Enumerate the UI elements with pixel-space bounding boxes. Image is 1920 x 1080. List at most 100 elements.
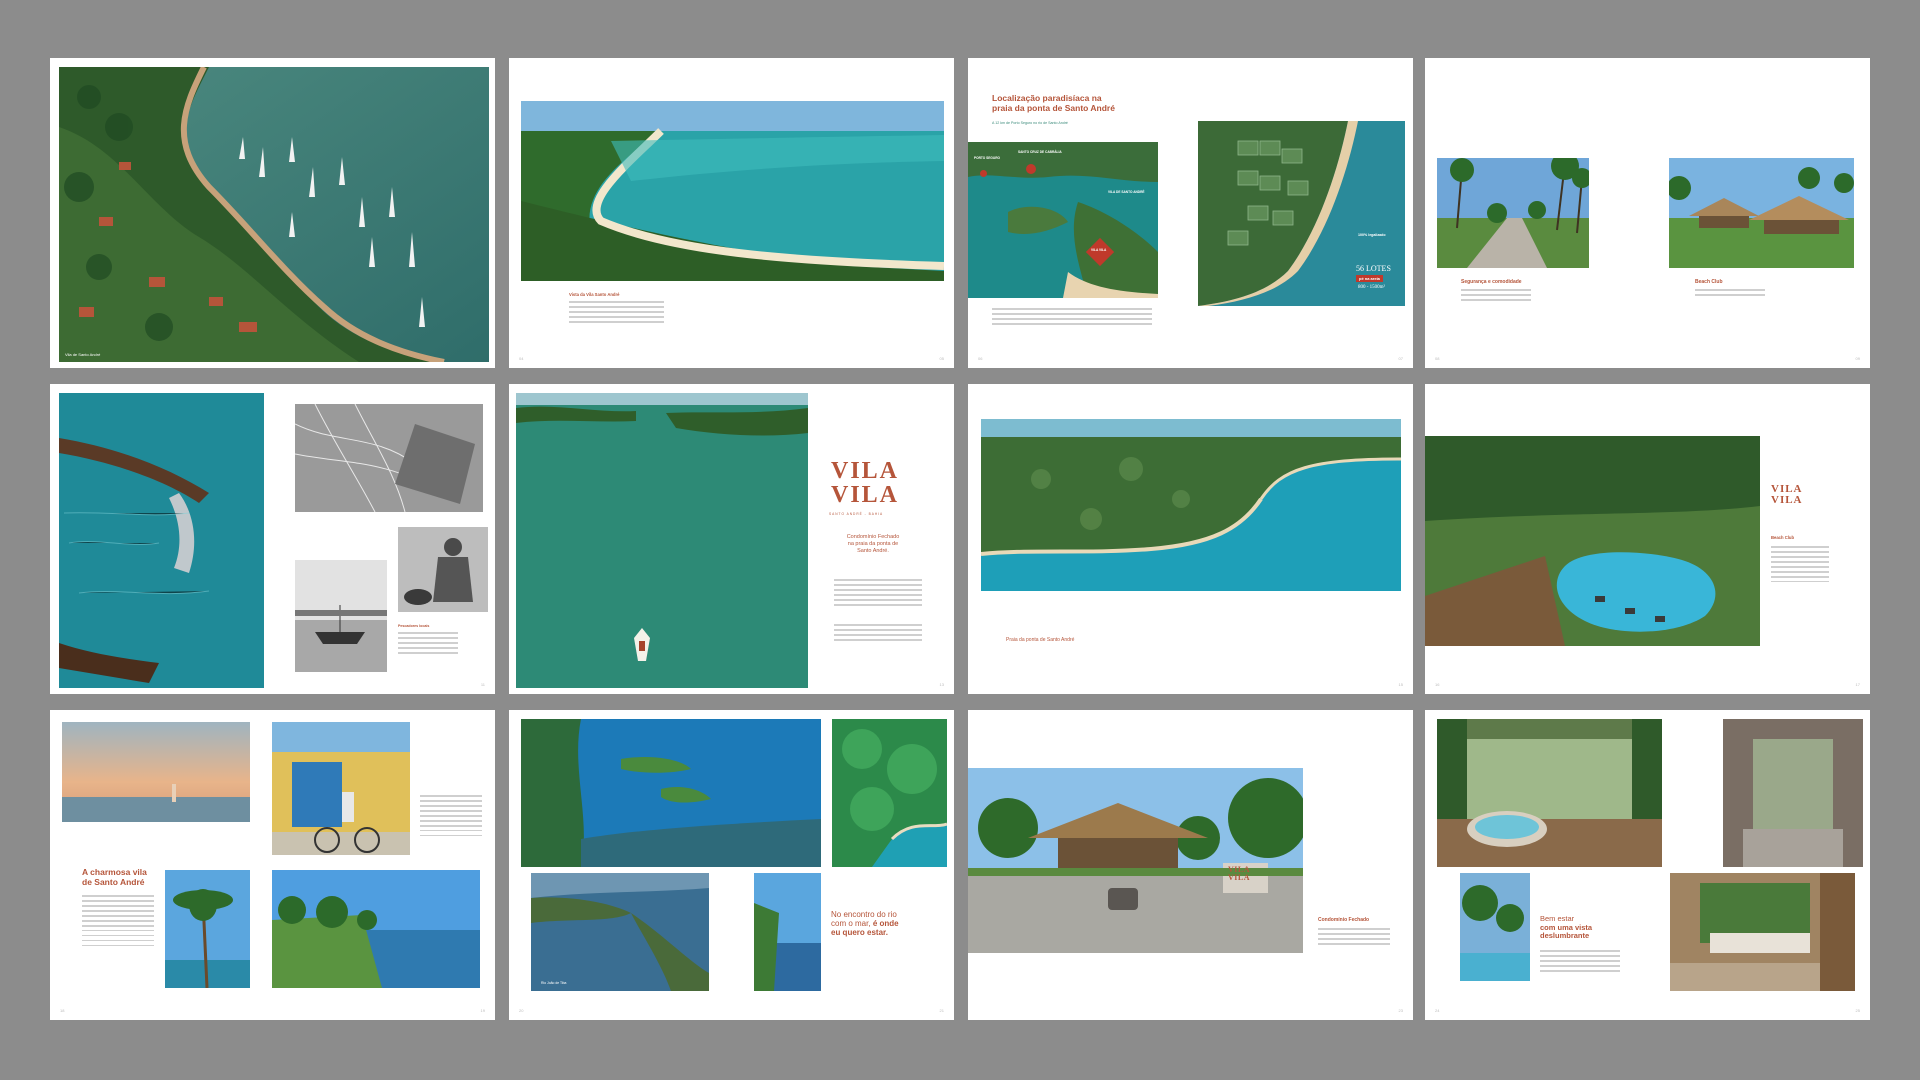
spread-amenities[interactable]: Segurança e comodidade Beach Club 08 09 (1425, 58, 1870, 368)
spread-pool[interactable]: VILA VILA Beach Club 16 17 (1425, 384, 1870, 694)
palm-beach-photo (165, 870, 250, 988)
logo-line: VILA (1771, 494, 1803, 506)
harbor-aerial-photo: Vila de Santo André (59, 67, 489, 362)
logo-line: VILA (1228, 873, 1251, 882)
subtitle-line: Condomínio Fechado (846, 534, 900, 540)
spread-village[interactable]: A charmosa vila de Santo André 18 19 (50, 710, 495, 1020)
section-heading: Pescadores locais (398, 624, 430, 628)
lot-badge-count: 56 LOTES (1356, 264, 1391, 273)
photo-caption: Vila de Santo André (65, 352, 101, 357)
page-number: 07 (1398, 356, 1403, 361)
section-title: No encontro do rio com o mar, é onde eu … (831, 910, 899, 938)
cyclist-photo (272, 722, 410, 855)
beach-club-photo (1669, 158, 1854, 268)
body-text (82, 895, 154, 950)
page-number: 04 (519, 356, 524, 361)
lot-badge-tag: pé na areia (1356, 275, 1383, 282)
page-number: 09 (1855, 356, 1860, 361)
section-title: Bem estar com uma vista deslumbrante (1540, 914, 1592, 941)
title-line: com o mar, é onde (831, 919, 899, 928)
entrance-road-photo (1437, 158, 1589, 268)
sunset-beach-photo (62, 722, 250, 822)
bathroom-render (1723, 719, 1863, 867)
page-number: 19 (480, 1008, 485, 1013)
village-shore-photo (272, 870, 480, 988)
spread-wellness[interactable]: Bem estar com uma vista deslumbrante 24 … (1425, 710, 1870, 1020)
body-text (1695, 289, 1765, 299)
beach-panorama-photo (521, 101, 944, 281)
lot-plan-photo: 100% legalizado 56 LOTES pé na areia 800… (1198, 121, 1405, 306)
subtitle-line: Santo André. (857, 548, 889, 554)
spread-brand-intro[interactable]: VILA VILA SANTO ANDRÉ - BAHIA Condomínio… (509, 384, 954, 694)
river-boat-photo (516, 393, 808, 688)
page-number: 11 (480, 682, 485, 687)
map-marker-icon (1026, 164, 1036, 174)
logo-line: VILA (831, 458, 900, 484)
body-text (569, 301, 664, 326)
title-line: No encontro do rio (831, 910, 897, 919)
page-number: 05 (939, 356, 944, 361)
brand-logo: VILA VILA (831, 459, 899, 507)
map-label: VILA DE SANTO ANDRÉ (1108, 190, 1145, 194)
section-heading: Beach Club (1695, 279, 1723, 285)
page-number: 15 (1398, 682, 1403, 687)
fisherman-photo (398, 527, 488, 612)
body-text (1540, 950, 1620, 975)
page-number: 06 (978, 356, 983, 361)
title-line: eu quero estar. (831, 928, 888, 938)
body-text (1461, 289, 1531, 304)
shoreline-vertical-photo (754, 873, 821, 991)
section-heading: Beach Club (1771, 535, 1795, 540)
entrance-sign-logo: VILA VILA (1228, 866, 1250, 882)
lounge-render (1670, 873, 1855, 991)
section-heading: Condomínio Fechado (1318, 917, 1370, 923)
map-pin-label: VILA VILA (1091, 248, 1107, 252)
point-aerial-photo (981, 419, 1401, 591)
section-title: A charmosa vila de Santo André (82, 867, 147, 888)
title-line: praia da ponta de Santo André (992, 102, 1115, 113)
location-map: SANTO CRUZ DE CABRÁLIA PORTO SEGURO VILA… (968, 142, 1158, 298)
river-mouth-photo (521, 719, 821, 867)
page-number: 25 (1855, 1008, 1860, 1013)
spread-harbor[interactable]: Vila de Santo André (50, 58, 495, 368)
map-label: PORTO SEGURO (974, 156, 1000, 160)
spread-beach-panorama[interactable]: Vista da Vila Santo André 04 05 (509, 58, 954, 368)
body-text (1318, 928, 1390, 948)
body-text (1771, 546, 1829, 586)
brand-logo-small: VILA VILA (1771, 484, 1803, 506)
page-number: 08 (1435, 356, 1440, 361)
page-number: 13 (939, 682, 944, 687)
spread-fishermen[interactable]: Pescadores locais 11 (50, 384, 495, 694)
section-heading: Segurança e comodidade (1461, 279, 1522, 285)
map-marker-icon (980, 170, 987, 177)
river-sunset-photo: Rio João de Tiba (531, 873, 709, 991)
page-number: 24 (1435, 1008, 1440, 1013)
body-text (420, 795, 482, 840)
body-text (398, 632, 458, 657)
map-label: SANTO CRUZ DE CABRÁLIA (1018, 150, 1062, 154)
location-title: Localização paradisíaca na praia da pont… (992, 93, 1115, 114)
title-line: de Santo André (82, 876, 145, 887)
logo-line: VILA (831, 482, 900, 508)
spread-river-sea[interactable]: Rio João de Tiba No encontro do rio com … (509, 710, 954, 1020)
photo-caption: Praia da ponta de Santo André (1006, 637, 1075, 643)
boat-bw-photo (295, 560, 387, 672)
section-heading: Vista da Vila Santo André (569, 292, 620, 297)
body-text (834, 624, 922, 644)
lot-badge: 100% legalizado (1358, 233, 1386, 237)
entrance-gate-render: VILA VILA (968, 768, 1303, 953)
net-mending-photo (295, 404, 483, 512)
body-text (834, 579, 922, 609)
spread-location[interactable]: Localização paradisíaca na praia da pont… (968, 58, 1413, 368)
spread-entrance[interactable]: VILA VILA Condomínio Fechado 23 (968, 710, 1413, 1020)
title-part: com o mar, (831, 919, 871, 929)
photo-caption: Rio João de Tiba (541, 981, 567, 985)
pool-palms-photo (1460, 873, 1530, 981)
fish-in-hand-photo (59, 393, 264, 688)
subtitle-line: na praia da ponta de (847, 541, 899, 547)
spread-point-aerial[interactable]: Praia da ponta de Santo André 15 (968, 384, 1413, 694)
location-subtitle: A 12 km de Porto Seguro no rio de Santo … (992, 121, 1068, 125)
page-number: 18 (60, 1008, 65, 1013)
logo-tagline: SANTO ANDRÉ - BAHIA (829, 512, 884, 516)
page-number: 17 (1855, 682, 1860, 687)
